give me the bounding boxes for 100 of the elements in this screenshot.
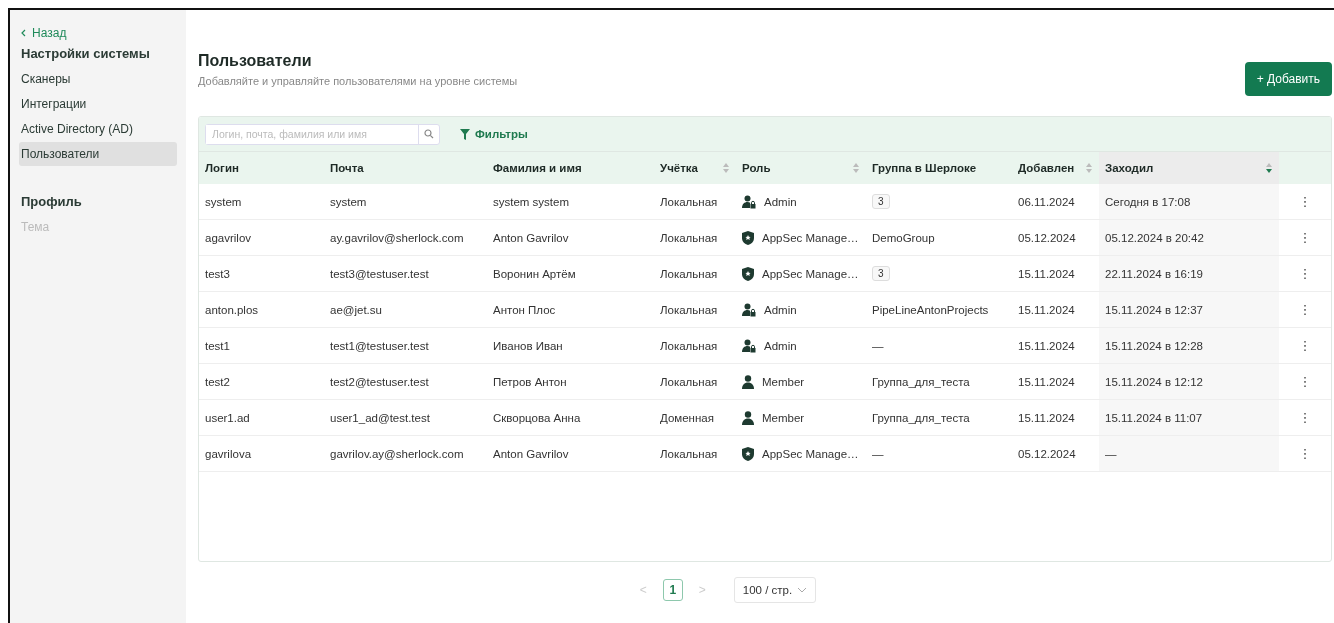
- table-cell: test1: [205, 339, 230, 352]
- table-cell: test2@testuser.test: [330, 375, 429, 388]
- chevron-down-icon: [797, 587, 808, 593]
- row-menu-button[interactable]: ⋮: [1294, 338, 1316, 353]
- table-cell: —: [872, 339, 884, 352]
- table-cell: Иванов Иван: [493, 339, 563, 352]
- table-cell: Локальная: [660, 303, 718, 316]
- table-cell: gavrilov.ay@sherlock.com: [330, 447, 464, 460]
- group-count-badge[interactable]: 3: [872, 194, 890, 209]
- role-label: Member: [762, 411, 805, 424]
- section-title: Настройки системы: [21, 46, 151, 61]
- role-label: AppSec Manage…: [762, 267, 859, 280]
- section-title: Профиль: [21, 194, 83, 209]
- row-menu-button[interactable]: ⋮: [1294, 410, 1316, 425]
- table-cell: anton.plos: [205, 303, 259, 316]
- table-cell: 15.11.2024 в 11:07: [1105, 411, 1203, 424]
- table-cell: user1_ad@test.test: [330, 411, 430, 424]
- table-cell: DemoGroup: [872, 231, 935, 244]
- table-cell: —: [1105, 447, 1117, 460]
- row-menu-button[interactable]: ⋮: [1294, 446, 1316, 461]
- table-cell: Локальная: [660, 195, 718, 208]
- table-cell: 15.11.2024: [1018, 411, 1075, 424]
- table-cell: test3: [205, 267, 230, 280]
- table-cell: 22.11.2024 в 16:19: [1105, 267, 1203, 280]
- group-count-badge[interactable]: 3: [872, 266, 890, 281]
- user-icon: [742, 374, 754, 389]
- table-cell: ae@jet.su: [330, 303, 382, 316]
- table-cell: Группа_для_теста: [872, 411, 970, 424]
- table-cell: Локальная: [660, 447, 718, 460]
- column-header[interactable]: Учётка: [654, 152, 736, 184]
- table-cell: 05.12.2024 в 20:42: [1105, 231, 1204, 244]
- search-field[interactable]: Логин, почта, фамилия или имя: [205, 123, 440, 145]
- table-cell: Локальная: [660, 267, 718, 280]
- table-cell: test1@testuser.test: [330, 339, 429, 352]
- table-cell: test3@testuser.test: [330, 267, 429, 280]
- column-header[interactable]: Группа в Шерлоке: [866, 152, 1012, 184]
- table-cell: Петров Антон: [493, 375, 567, 388]
- table-cell: 06.11.2024: [1018, 195, 1075, 208]
- table-cell: user1.ad: [205, 411, 250, 424]
- chevron-left-icon: [21, 29, 26, 37]
- table-cell: Anton Gavrilov: [493, 447, 569, 460]
- table-cell: test2: [205, 375, 230, 388]
- row-menu-button[interactable]: ⋮: [1294, 266, 1316, 281]
- role-label: Admin: [764, 195, 797, 208]
- back-link[interactable]: Назад: [21, 26, 177, 40]
- add-button[interactable]: + Добавить: [1244, 62, 1332, 96]
- filters-button[interactable]: Фильтры: [454, 127, 534, 141]
- search-icon: [424, 129, 434, 139]
- table-cell: 15.11.2024: [1018, 339, 1075, 352]
- sidebar-item[interactable]: Сканеры: [19, 67, 177, 91]
- column-header[interactable]: Роль: [736, 152, 866, 184]
- row-menu-button[interactable]: ⋮: [1294, 302, 1316, 317]
- table-cell: —: [872, 447, 884, 460]
- role-label: Admin: [764, 339, 797, 352]
- table-cell: 05.12.2024: [1018, 447, 1076, 460]
- column-header[interactable]: Добавлен: [1012, 152, 1099, 184]
- shield-icon: [742, 446, 754, 461]
- table-cell: system: [330, 195, 367, 208]
- table-cell: Локальная: [660, 231, 718, 244]
- row-menu-button[interactable]: ⋮: [1294, 230, 1316, 245]
- row-menu-button[interactable]: ⋮: [1294, 374, 1316, 389]
- shield-icon: [742, 230, 754, 245]
- table-cell: Антон Плос: [493, 303, 556, 316]
- role-label: AppSec Manage…: [762, 447, 859, 460]
- table-cell: system system: [493, 195, 570, 208]
- user-lock-icon: [742, 194, 756, 209]
- page-size-select[interactable]: 100 / стр.: [733, 577, 817, 603]
- table-cell: 15.11.2024: [1018, 303, 1075, 316]
- column-header[interactable]: Логин: [199, 152, 324, 184]
- table-cell: 05.12.2024: [1018, 231, 1076, 244]
- column-header[interactable]: Почта: [324, 152, 487, 184]
- table-cell: PipeLineAntonProjects: [872, 303, 989, 316]
- row-menu-button[interactable]: ⋮: [1294, 194, 1316, 209]
- role-label: Member: [762, 375, 805, 388]
- filter-icon: [460, 128, 470, 140]
- table-cell: Локальная: [660, 339, 718, 352]
- table-cell: ay.gavrilov@sherlock.com: [330, 231, 464, 244]
- table-cell: system: [205, 195, 242, 208]
- sidebar-item[interactable]: Пользователи: [19, 142, 177, 166]
- table-cell: 15.11.2024: [1018, 375, 1075, 388]
- table-cell: Anton Gavrilov: [493, 231, 569, 244]
- table-cell: Доменная: [660, 411, 714, 424]
- table-cell: 15.11.2024 в 12:28: [1105, 339, 1203, 352]
- page-button[interactable]: 1: [662, 579, 683, 601]
- role-label: Admin: [764, 303, 797, 316]
- table-cell: gavrilova: [205, 447, 252, 460]
- table-cell: Группа_для_теста: [872, 375, 970, 388]
- user-lock-icon: [742, 302, 756, 317]
- sidebar-item[interactable]: Active Directory (AD): [19, 117, 177, 141]
- role-label: AppSec Manage…: [762, 231, 859, 244]
- sidebar-item[interactable]: Интеграции: [19, 92, 177, 116]
- page-subtitle: Добавляйте и управляйте пользователями на уровне системы: [198, 75, 518, 87]
- shield-icon: [742, 266, 754, 281]
- column-header[interactable]: Заходил: [1099, 152, 1279, 184]
- table-cell: 15.11.2024: [1018, 267, 1075, 280]
- column-header[interactable]: Фамилия и имя: [487, 152, 654, 184]
- table-cell: 15.11.2024 в 12:12: [1105, 375, 1203, 388]
- user-lock-icon: [742, 338, 756, 353]
- table-cell: agavrilov: [205, 231, 252, 244]
- table-cell: Скворцова Анна: [493, 411, 581, 424]
